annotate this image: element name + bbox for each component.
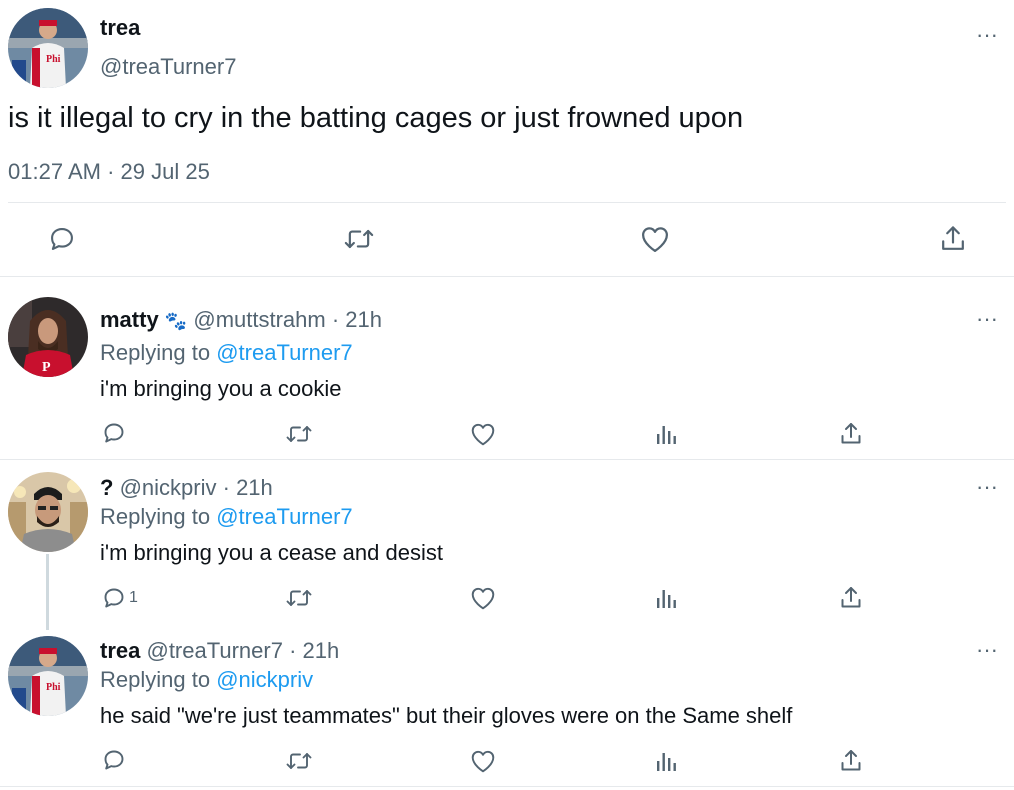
reply-text: he said "we're just teammates" but their…	[100, 703, 793, 728]
retweet-icon	[286, 426, 312, 442]
like-button[interactable]	[470, 422, 496, 446]
author-handle[interactable]: @treaTurner7	[146, 638, 282, 663]
avatar[interactable]	[8, 472, 88, 552]
reply-header: matty 🐾 @muttstrahm · 21h	[100, 307, 382, 333]
replying-to-label: Replying to	[100, 667, 211, 692]
views-icon	[657, 590, 676, 608]
views-button[interactable]	[656, 749, 678, 773]
header-separator: ·	[222, 475, 230, 500]
like-button[interactable]	[640, 225, 670, 253]
header-separator: ·	[331, 307, 340, 332]
share-button[interactable]	[839, 748, 863, 774]
replying-to: Replying to @nickpriv	[100, 667, 313, 693]
replying-to-label: Replying to	[100, 504, 211, 529]
retweet-button[interactable]	[285, 586, 313, 610]
retweet-icon	[344, 229, 374, 249]
replying-to-handle[interactable]: @treaTurner7	[216, 504, 352, 529]
more-options-button[interactable]: ···	[976, 24, 998, 46]
replying-to: Replying to @treaTurner7	[100, 504, 353, 530]
reply-text: i'm bringing you a cookie	[100, 376, 342, 401]
date-separator: ·	[107, 159, 115, 184]
author-display-name[interactable]: ?	[100, 475, 113, 500]
svg-text:Phi: Phi	[46, 54, 61, 65]
avatar[interactable]: P	[8, 297, 88, 377]
reply-icon	[104, 588, 124, 608]
views-icon	[657, 753, 676, 771]
share-button[interactable]	[839, 585, 863, 611]
more-options-button[interactable]: ···	[976, 476, 998, 498]
retweet-icon	[286, 753, 312, 769]
like-icon	[471, 750, 495, 773]
like-icon	[642, 227, 668, 252]
share-button[interactable]	[939, 224, 967, 254]
author-handle[interactable]: @muttstrahm	[193, 307, 325, 332]
avatar[interactable]: Phi	[8, 636, 88, 716]
reply-button[interactable]: 1	[102, 586, 138, 610]
reply-time[interactable]: 21h	[236, 475, 273, 500]
tweet-time: 01:27 AM	[8, 159, 101, 184]
replying-to: Replying to @treaTurner7	[100, 340, 353, 366]
share-icon	[942, 226, 964, 250]
header-separator: ·	[289, 638, 297, 663]
retweet-button[interactable]	[285, 422, 313, 446]
reply-icon	[104, 423, 124, 443]
reply-count: 1	[129, 589, 138, 606]
views-button[interactable]	[656, 422, 678, 446]
reply-header: trea @treaTurner7 · 21h	[100, 638, 339, 664]
replying-to-handle[interactable]: @nickpriv	[216, 667, 313, 692]
like-button[interactable]	[470, 586, 496, 610]
retweet-button[interactable]	[285, 749, 313, 773]
svg-text:Phi: Phi	[46, 682, 61, 693]
reply-text: i'm bringing you a cease and desist	[100, 540, 443, 565]
share-icon	[841, 423, 861, 444]
divider	[8, 202, 1006, 203]
author-display-name[interactable]: trea	[100, 15, 140, 41]
tweet-timestamp[interactable]: 01:27 AM · 29 Jul 25	[8, 159, 210, 185]
share-icon	[841, 750, 861, 771]
author-display-name[interactable]: trea	[100, 638, 140, 663]
like-icon	[471, 423, 495, 446]
reply-button[interactable]	[102, 421, 129, 445]
author-handle[interactable]: @treaTurner7	[100, 54, 236, 80]
author-handle[interactable]: @nickpriv	[120, 475, 217, 500]
replying-to-label: Replying to	[100, 340, 211, 365]
tweet-text: is it illegal to cry in the batting cage…	[8, 102, 744, 134]
avatar[interactable]: Phi	[8, 8, 88, 88]
reply-button[interactable]	[48, 225, 76, 253]
views-button[interactable]	[656, 586, 678, 610]
divider	[0, 786, 1014, 787]
divider	[0, 276, 1014, 277]
reply-button[interactable]	[102, 748, 129, 772]
retweet-icon	[286, 590, 312, 606]
views-icon	[657, 426, 676, 444]
tweet-date: 29 Jul 25	[120, 159, 210, 184]
more-options-button[interactable]: ···	[976, 639, 998, 661]
reply-header: ? @nickpriv · 21h	[100, 475, 273, 501]
name-emoji: 🐾	[164, 311, 188, 331]
author-display-name[interactable]: matty	[100, 307, 159, 332]
reply-icon	[104, 750, 124, 770]
share-icon	[841, 587, 861, 608]
like-button[interactable]	[470, 749, 496, 773]
reply-icon	[51, 228, 73, 250]
share-button[interactable]	[839, 421, 863, 447]
reply-time[interactable]: 21h	[303, 638, 340, 663]
retweet-button[interactable]	[343, 225, 375, 253]
like-icon	[471, 587, 495, 610]
divider	[0, 459, 1014, 460]
replying-to-handle[interactable]: @treaTurner7	[216, 340, 352, 365]
svg-text:P: P	[42, 360, 51, 375]
thread-connector-line	[46, 554, 49, 630]
more-options-button[interactable]: ···	[976, 308, 998, 330]
reply-time[interactable]: 21h	[345, 307, 382, 332]
